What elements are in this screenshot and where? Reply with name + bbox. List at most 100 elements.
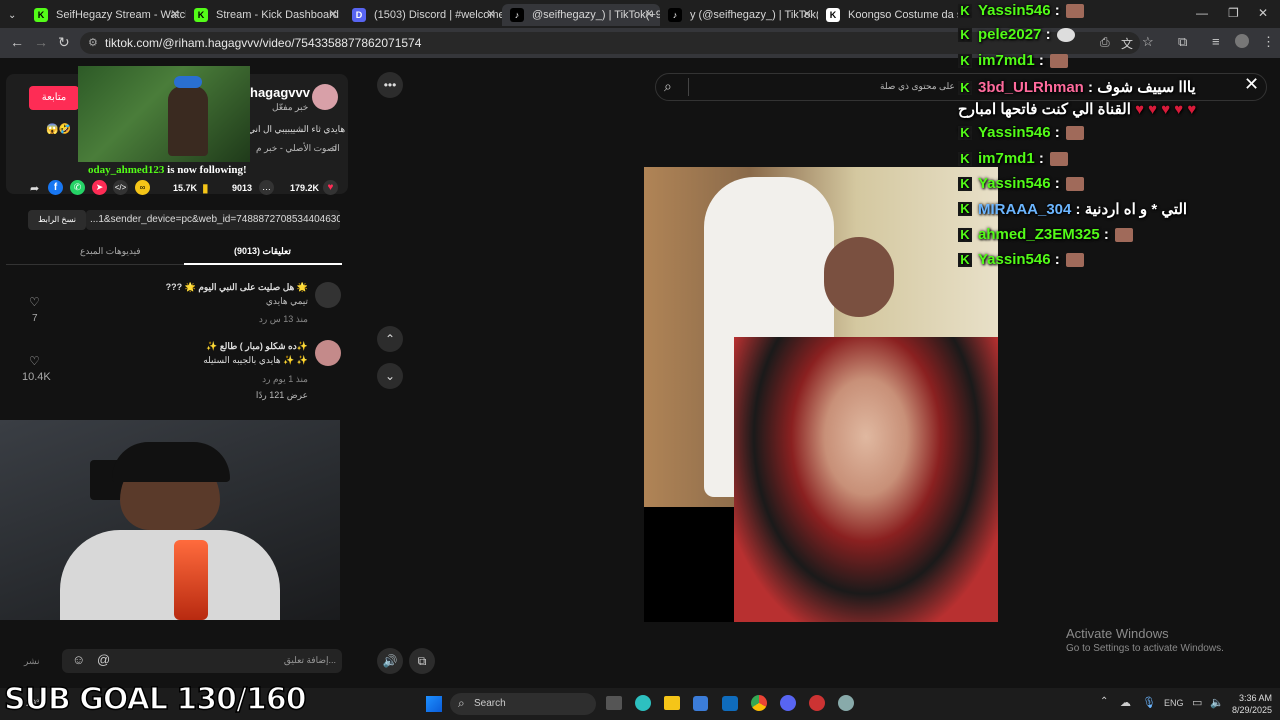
author-username[interactable]: hagagvvv [250, 85, 310, 100]
kick-icon: K [34, 8, 48, 22]
sub-goal-overlay: SUB GOAL 130/160 [3, 681, 307, 718]
clock[interactable]: 3:36 AM 8/29/2025 [1228, 692, 1272, 716]
close-icon[interactable]: ✕ [486, 7, 496, 21]
discord-icon[interactable] [780, 695, 796, 711]
kick-badge-icon: K [958, 3, 972, 18]
chat-message: K Yassin546 : [958, 2, 1084, 19]
volume-icon[interactable]: 🔊 [377, 648, 403, 674]
copy-link-button[interactable]: نسخ الرابط [28, 210, 86, 230]
kick-badge-icon: K [958, 53, 972, 68]
kick-badge-icon: K [958, 81, 972, 95]
onedrive-icon[interactable]: ☁ [1120, 696, 1131, 709]
input-language[interactable]: ENG [1164, 698, 1184, 708]
comment-meta[interactable]: منذ 1 يوم رد [262, 374, 308, 385]
chat-message: Kahmed_Z3EM325 : [958, 226, 1133, 243]
close-icon[interactable]: ✕ [328, 7, 338, 21]
white-shirt [60, 530, 280, 620]
link-icon[interactable]: ∞ [135, 180, 150, 195]
author-subtitle: خبر مفعّل [272, 102, 309, 112]
comment-subtext: تيمي هايدي [265, 296, 308, 306]
streamer-webcam [0, 420, 340, 620]
emote-icon [1065, 125, 1084, 140]
tray-chevron-icon[interactable]: ⌃ [1100, 696, 1108, 707]
tab-comments[interactable]: (9013) تعليقات [234, 246, 291, 257]
site-info-icon[interactable]: ⚙ [88, 32, 98, 54]
video-player[interactable] [644, 167, 998, 622]
tab-kick-dashboard[interactable]: K Stream - Kick Dashboard ✕ [186, 4, 344, 26]
more-options-icon[interactable]: ••• [377, 72, 403, 98]
bookmark-icon[interactable]: ▮ [202, 181, 209, 195]
tab-tiktok-2[interactable]: ♪ y (@seifhegazy_) | TikTok(+99)✕ [660, 4, 818, 26]
file-explorer-icon[interactable] [664, 696, 680, 710]
forward-icon[interactable]: → [34, 34, 48, 50]
tab-tiktok-active[interactable]: ♪ @seifhegazy_) | TikTok(+99) ✕ [502, 4, 660, 26]
comment-like-icon[interactable]: ♡ [29, 354, 40, 368]
commenter-avatar[interactable] [315, 282, 341, 308]
post-comment-button[interactable]: نشر [24, 656, 40, 667]
close-icon[interactable]: ✕ [170, 7, 180, 21]
commenter-avatar[interactable] [315, 340, 341, 366]
tiktok-icon: ♪ [668, 8, 682, 22]
back-icon[interactable]: ← [10, 34, 24, 50]
task-view-icon[interactable] [606, 696, 622, 710]
tab-list-button[interactable]: ⌄ [0, 4, 26, 26]
embed-icon[interactable]: </> [113, 180, 128, 195]
follow-button[interactable]: متابعة [29, 86, 79, 110]
windows-start-icon[interactable] [426, 696, 442, 712]
edge-icon[interactable] [635, 695, 651, 711]
emote-icon [1056, 27, 1075, 42]
comment-input[interactable]: ☺ @ إضافة تعليق... [62, 649, 342, 673]
comment-text: ✨ده شكلو (مبار ) طالع ✨ [206, 341, 308, 351]
emote-icon [1065, 252, 1084, 267]
blue-cap [174, 76, 202, 88]
store-icon[interactable] [693, 696, 708, 711]
search-icon[interactable]: ⌕ [664, 78, 672, 95]
black-cap [112, 442, 230, 482]
author-avatar[interactable] [312, 84, 338, 110]
emoji-icon[interactable]: ☺ [72, 652, 85, 667]
search-placeholder: على محتوى ذي صلة [880, 81, 955, 91]
tiktok-info-panel: متابعة hagagvvv خبر مفعّل هايدي ثاء الشي… [0, 58, 362, 688]
kick-badge-icon: K [958, 252, 972, 267]
settings-icon[interactable] [838, 695, 854, 711]
outlook-icon[interactable] [722, 696, 738, 711]
send-icon[interactable]: ➤ [92, 180, 107, 195]
emote-icon [1065, 3, 1084, 18]
previous-video-icon[interactable]: ⌃ [377, 326, 403, 352]
kick-badge-icon: K [958, 151, 972, 166]
facebook-icon[interactable]: f [48, 180, 63, 195]
tab-kick-stream[interactable]: K SeifHegazy Stream - Watch Liv✕ [26, 4, 186, 26]
chat-message: K Yassin546 : [958, 175, 1084, 192]
comment-like-icon[interactable]: ♡ [29, 295, 40, 309]
microphone-icon[interactable]: 🎙 [1142, 696, 1156, 709]
emote-icon [1049, 53, 1068, 68]
sound-name[interactable]: الصوت الأصلي - خبر م [256, 143, 340, 154]
share-icon[interactable]: ➦ [30, 182, 39, 195]
whatsapp-icon[interactable]: ✆ [70, 180, 85, 195]
chat-message: Kim7md1 : [958, 52, 1068, 69]
microphone [174, 540, 208, 620]
chat-message: Kim7md1 : [958, 150, 1068, 167]
close-icon[interactable]: ✕ [644, 7, 654, 21]
video-link-field[interactable]: ...1&sender_device=pc&web_id=74888727085… [86, 210, 340, 230]
network-icon[interactable]: ▭ [1192, 696, 1202, 709]
active-tab-indicator [184, 263, 342, 265]
view-replies-link[interactable]: عرض 121 ردًا [256, 390, 308, 401]
tab-creator-videos[interactable]: فيديوهات المبدع [80, 246, 141, 257]
tab-discord[interactable]: D (1503) Discord | #welcome | Dr✕ [344, 4, 502, 26]
reload-icon[interactable]: ↻ [58, 34, 70, 51]
chrome-icon[interactable] [751, 695, 767, 711]
activate-windows-watermark: Activate Windows Go to Settings to activ… [1066, 626, 1224, 654]
mention-icon[interactable]: @ [97, 652, 110, 667]
comment-icon[interactable]: … [259, 180, 274, 195]
obs-icon[interactable] [809, 695, 825, 711]
comment-meta[interactable]: منذ 13 س رد [259, 314, 308, 325]
tab-koongso[interactable]: K Koongso Costume da scheletro [818, 4, 958, 26]
heart-icon[interactable]: ♥ [323, 180, 338, 195]
speaker-icon[interactable]: 🔈 [1210, 696, 1224, 709]
mini-player-icon[interactable]: ⧉ [409, 648, 435, 674]
emoji-reactions: 😱🤣 [46, 124, 71, 135]
next-video-icon[interactable]: ⌄ [377, 363, 403, 389]
close-icon[interactable]: ✕ [802, 7, 812, 21]
taskbar-search[interactable]: ⌕ Search [450, 693, 596, 715]
